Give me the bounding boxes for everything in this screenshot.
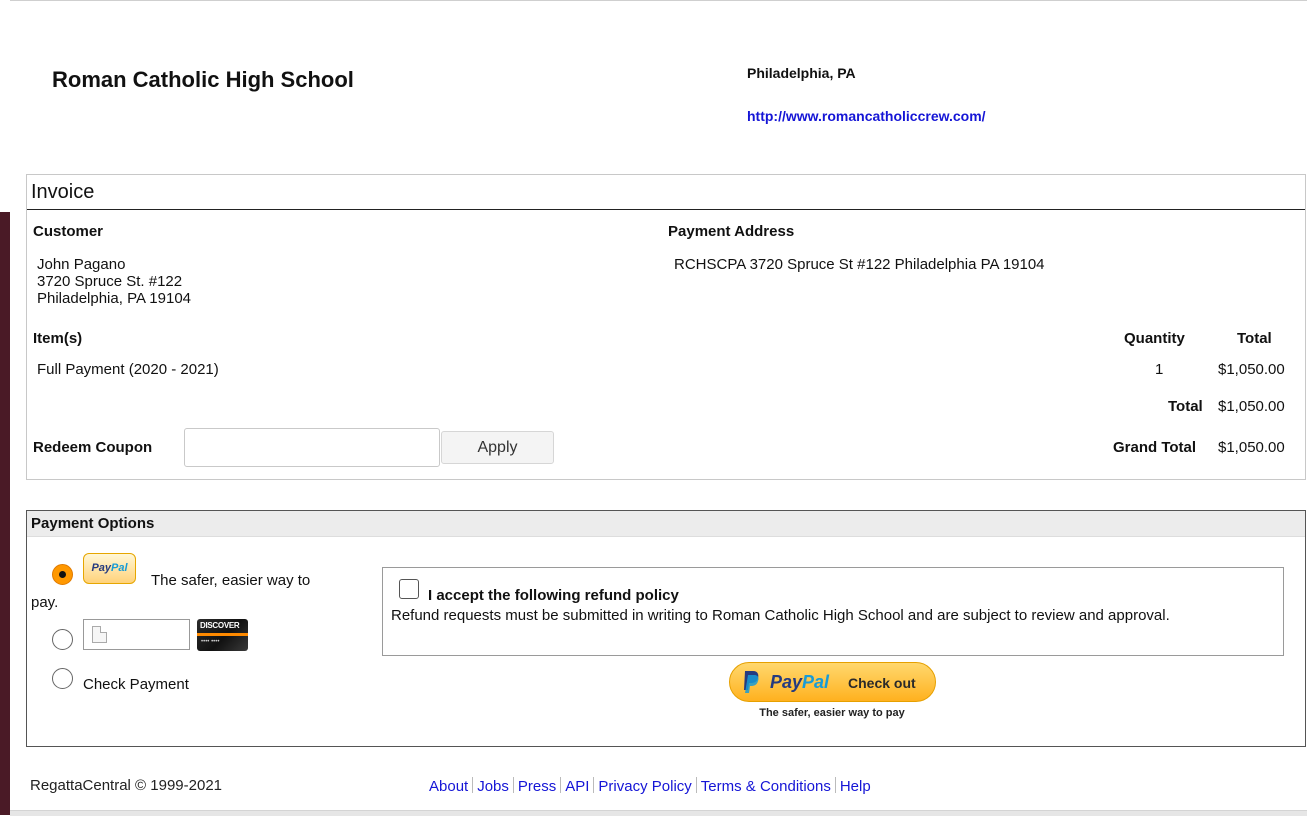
footer-divider — [472, 777, 474, 793]
paypal-tagline-cont: pay. — [31, 594, 59, 611]
discover-card-icon: DISCOVER •••• •••• — [197, 619, 248, 651]
paypal-logo: PayPal — [83, 553, 136, 584]
item-quantity: 1 — [1155, 361, 1164, 378]
checkout-label: Check out — [848, 675, 916, 691]
refund-policy-box: I accept the following refund policy Ref… — [382, 567, 1284, 656]
footer-bottom-rule — [10, 810, 1307, 816]
customer-street: 3720 Spruce St. #122 — [37, 273, 183, 290]
item-name: Full Payment (2020 - 2021) — [37, 361, 219, 378]
school-website-link[interactable]: http://www.romancatholiccrew.com/ — [747, 108, 986, 124]
footer-divider — [834, 777, 836, 793]
footer-link-api[interactable]: API — [565, 778, 589, 795]
subtotal-label: Total — [1168, 398, 1203, 415]
invoice-divider — [27, 209, 1305, 210]
grand-total-value: $1,050.00 — [1218, 439, 1285, 456]
invoice-page: Roman Catholic High School Philadelphia,… — [10, 0, 1307, 816]
customer-city: Philadelphia, PA 19104 — [37, 290, 192, 307]
credit-card-radio[interactable] — [52, 629, 73, 650]
paypal-tagline: The safer, easier way to — [151, 572, 311, 589]
coupon-code-input[interactable] — [184, 428, 440, 467]
quantity-column-header: Quantity — [1124, 330, 1185, 347]
footer-divider — [512, 777, 514, 793]
footer-link-about[interactable]: About — [429, 778, 468, 795]
payment-options-title: Payment Options — [31, 515, 155, 532]
footer-copyright: RegattaCentral © 1999-2021 — [30, 777, 223, 794]
check-payment-radio[interactable] — [52, 668, 73, 689]
checkout-tagline: The safer, easier way to pay — [759, 707, 905, 719]
invoice-title: Invoice — [31, 181, 95, 203]
broken-image-icon — [92, 626, 107, 643]
footer-link-press[interactable]: Press — [518, 778, 556, 795]
check-payment-label: Check Payment — [83, 676, 189, 693]
total-column-header: Total — [1237, 330, 1272, 347]
footer-link-jobs[interactable]: Jobs — [477, 778, 509, 795]
payment-options-panel: Payment Options PayPal The safer, easier… — [26, 510, 1306, 747]
footer-divider — [593, 777, 595, 793]
paypal-p-icon — [744, 671, 759, 693]
credit-card-image-box — [83, 619, 190, 650]
footer-links: About Jobs Press API Privacy Policy Terms & C… — [429, 777, 871, 795]
paypal-checkout-button[interactable]: PayPal Check out — [729, 662, 936, 702]
footer: RegattaCentral © 1999-2021 About Jobs Pres… — [10, 767, 1307, 816]
refund-policy-checkbox[interactable] — [399, 579, 419, 599]
school-name: Roman Catholic High School — [52, 67, 354, 92]
left-accent-bar — [0, 212, 10, 815]
refund-policy-title: I accept the following refund policy — [428, 587, 679, 604]
footer-divider — [695, 777, 697, 793]
customer-label: Customer — [33, 223, 104, 240]
paypal-radio[interactable] — [52, 564, 73, 585]
school-location: Philadelphia, PA — [747, 65, 856, 81]
footer-link-terms[interactable]: Terms & Conditions — [701, 778, 831, 795]
redeem-coupon-label: Redeem Coupon — [33, 439, 153, 456]
footer-link-privacy-policy[interactable]: Privacy Policy — [598, 778, 691, 795]
subtotal-value: $1,050.00 — [1218, 398, 1285, 415]
refund-policy-text: Refund requests must be submitted in wri… — [391, 607, 1170, 624]
payment-address-label: Payment Address — [668, 223, 795, 240]
grand-total-label: Grand Total — [1113, 439, 1197, 456]
customer-name: John Pagano — [37, 256, 126, 273]
items-label: Item(s) — [33, 330, 83, 347]
footer-link-help[interactable]: Help — [840, 778, 871, 795]
apply-coupon-button[interactable]: Apply — [441, 431, 554, 464]
footer-divider — [560, 777, 562, 793]
paypal-wordmark: PayPal — [770, 672, 830, 692]
invoice-panel: Invoice Customer John Pagano 3720 Spruce… — [26, 174, 1306, 480]
payment-options-header: Payment Options — [27, 511, 1305, 537]
payment-address: RCHSCPA 3720 Spruce St #122 Philadelphia… — [674, 256, 1045, 273]
item-total: $1,050.00 — [1218, 361, 1285, 378]
